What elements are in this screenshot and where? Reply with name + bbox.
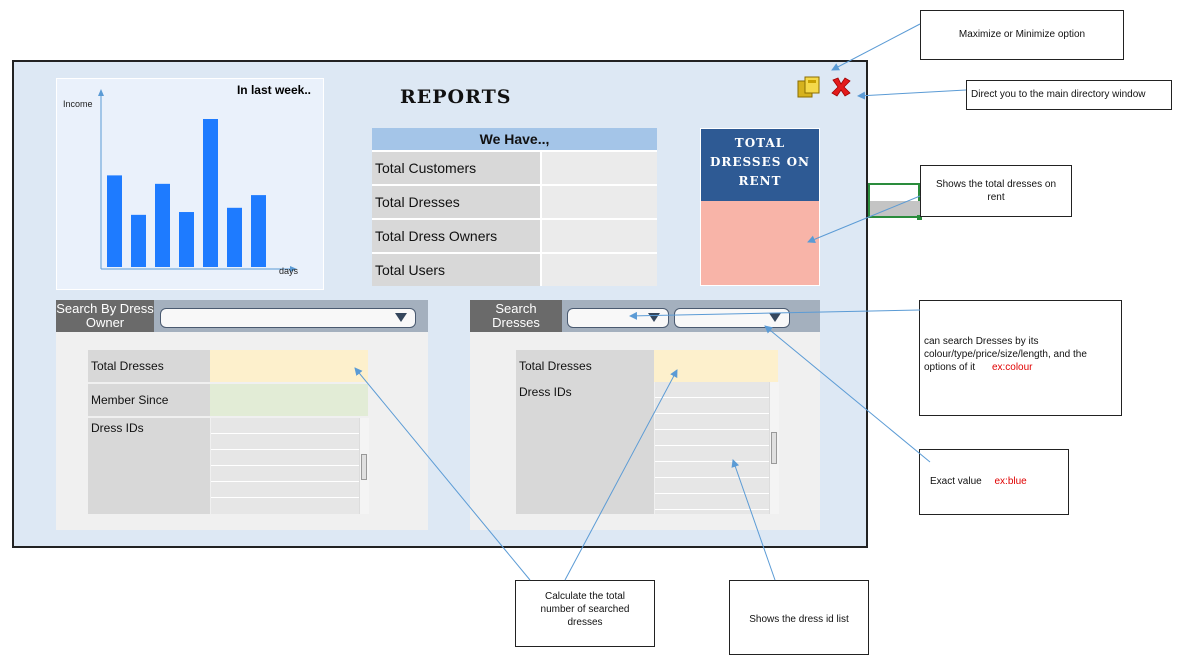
summary-row: Total Users: [372, 252, 657, 286]
list-item: [655, 382, 769, 398]
list-item: [211, 450, 359, 466]
owner-total-field[interactable]: [210, 350, 368, 382]
chart-bar: [251, 195, 266, 267]
chart-bar: [155, 183, 170, 267]
dress-ids-row: Dress IDs: [516, 382, 654, 514]
total-dresses-value: [542, 186, 657, 218]
annotation-search-help: can search Dresses by its colour/type/pr…: [919, 300, 1122, 416]
list-item: [655, 398, 769, 414]
sheet-cell-fill: [870, 201, 920, 216]
chart-title: In last week..: [236, 83, 311, 97]
maximize-minimize-icon[interactable]: [796, 74, 822, 100]
dresses-on-rent-value: [701, 201, 819, 285]
owner-select[interactable]: [160, 308, 416, 328]
total-dress-owners-value: [542, 220, 657, 252]
owner-member-label: Member Since: [88, 384, 210, 416]
reports-window: In last week.. Income days REPORTS We Ha…: [12, 60, 868, 548]
income-bar-chart: [98, 89, 297, 272]
chart-y-label: Income: [63, 99, 93, 109]
dress-id-list[interactable]: [655, 382, 769, 514]
annotation-exact-value-text: Exact value: [930, 476, 982, 487]
income-chart: In last week.. Income days: [56, 78, 324, 290]
arrow-to-close: [857, 89, 967, 100]
chevron-down-icon: [648, 313, 660, 322]
dress-total-row: Total Dresses: [516, 350, 778, 382]
annotation-maximize: Maximize or Minimize option: [920, 10, 1124, 60]
owner-ids-label: Dress IDs: [88, 418, 210, 514]
annotation-total-rent: Shows the total dresses on rent: [920, 165, 1072, 217]
summary-label: Total Users: [372, 254, 540, 286]
annotation-exact-value: Exact value ex:blue: [919, 449, 1069, 515]
scrollbar-thumb[interactable]: [361, 454, 367, 480]
annotation-calculate: Calculate the total number of searched d…: [515, 580, 655, 647]
page-title: REPORTS: [400, 86, 512, 108]
dress-search-panel: Search Dresses Total Dresses Dress IDs: [470, 300, 820, 530]
y-axis-arrow: [98, 89, 104, 96]
list-item: [211, 466, 359, 482]
selected-sheet-cell: [868, 183, 922, 220]
list-item: [211, 482, 359, 498]
list-item: [655, 478, 769, 494]
summary-label: Total Dress Owners: [372, 220, 540, 252]
dress-ids-label: Dress IDs: [516, 382, 654, 514]
summary-row: Total Dress Owners: [372, 218, 657, 252]
dress-search-tag: Search Dresses: [470, 300, 562, 332]
summary-row: Total Dresses: [372, 184, 657, 218]
value-select[interactable]: [674, 308, 790, 328]
summary-row: Total Customers: [372, 150, 657, 184]
chart-x-label: days: [279, 266, 299, 276]
annotation-id-list: Shows the dress id list: [729, 580, 869, 655]
chart-bar: [203, 119, 218, 267]
owner-search-panel: Search By Dress Owner Total Dresses Memb…: [56, 300, 428, 530]
summary-table: We Have.., Total Customers Total Dresses…: [372, 128, 657, 286]
list-item: [655, 430, 769, 446]
annotation-directory: Direct you to the main directory window: [966, 80, 1172, 110]
dress-total-label: Total Dresses: [516, 350, 654, 382]
screenshot-canvas: In last week.. Income days REPORTS We Ha…: [0, 0, 1182, 655]
dress-total-field[interactable]: [654, 350, 778, 382]
close-icon[interactable]: [828, 74, 854, 100]
chart-bar: [107, 175, 122, 267]
annotation-search-help-example: ex:colour: [991, 362, 1033, 373]
chart-bar: [179, 212, 194, 267]
list-item: [211, 434, 359, 450]
total-customers-value: [542, 152, 657, 184]
owner-search-tag: Search By Dress Owner: [56, 300, 154, 332]
owner-search-bar: Search By Dress Owner: [56, 300, 428, 332]
owner-member-row: Member Since: [88, 384, 368, 416]
total-users-value: [542, 254, 657, 286]
dress-search-bar: Search Dresses: [470, 300, 820, 332]
list-item: [655, 494, 769, 510]
scrollbar-thumb[interactable]: [771, 432, 777, 464]
chevron-down-icon: [395, 313, 407, 322]
owner-list-scrollbar[interactable]: [359, 418, 369, 514]
chevron-down-icon: [769, 313, 781, 322]
owner-dress-id-list[interactable]: [211, 418, 359, 514]
summary-label: Total Customers: [372, 152, 540, 184]
summary-label: Total Dresses: [372, 186, 540, 218]
owner-total-row: Total Dresses: [88, 350, 368, 382]
dresses-on-rent-card: TOTAL DRESSES ON RENT: [700, 128, 820, 286]
dresses-on-rent-title: TOTAL DRESSES ON RENT: [701, 129, 819, 201]
chart-bar: [227, 207, 242, 267]
annotation-exact-value-example: ex:blue: [994, 476, 1027, 487]
list-item: [655, 446, 769, 462]
list-item: [655, 462, 769, 478]
chart-bar: [131, 214, 146, 267]
attribute-select[interactable]: [567, 308, 669, 328]
summary-header: We Have..,: [372, 128, 657, 150]
member-since-field[interactable]: [210, 384, 368, 416]
owner-total-label: Total Dresses: [88, 350, 210, 382]
list-item: [655, 414, 769, 430]
owner-ids-row: Dress IDs: [88, 418, 210, 514]
list-item: [211, 418, 359, 434]
dress-list-scrollbar[interactable]: [769, 382, 779, 514]
